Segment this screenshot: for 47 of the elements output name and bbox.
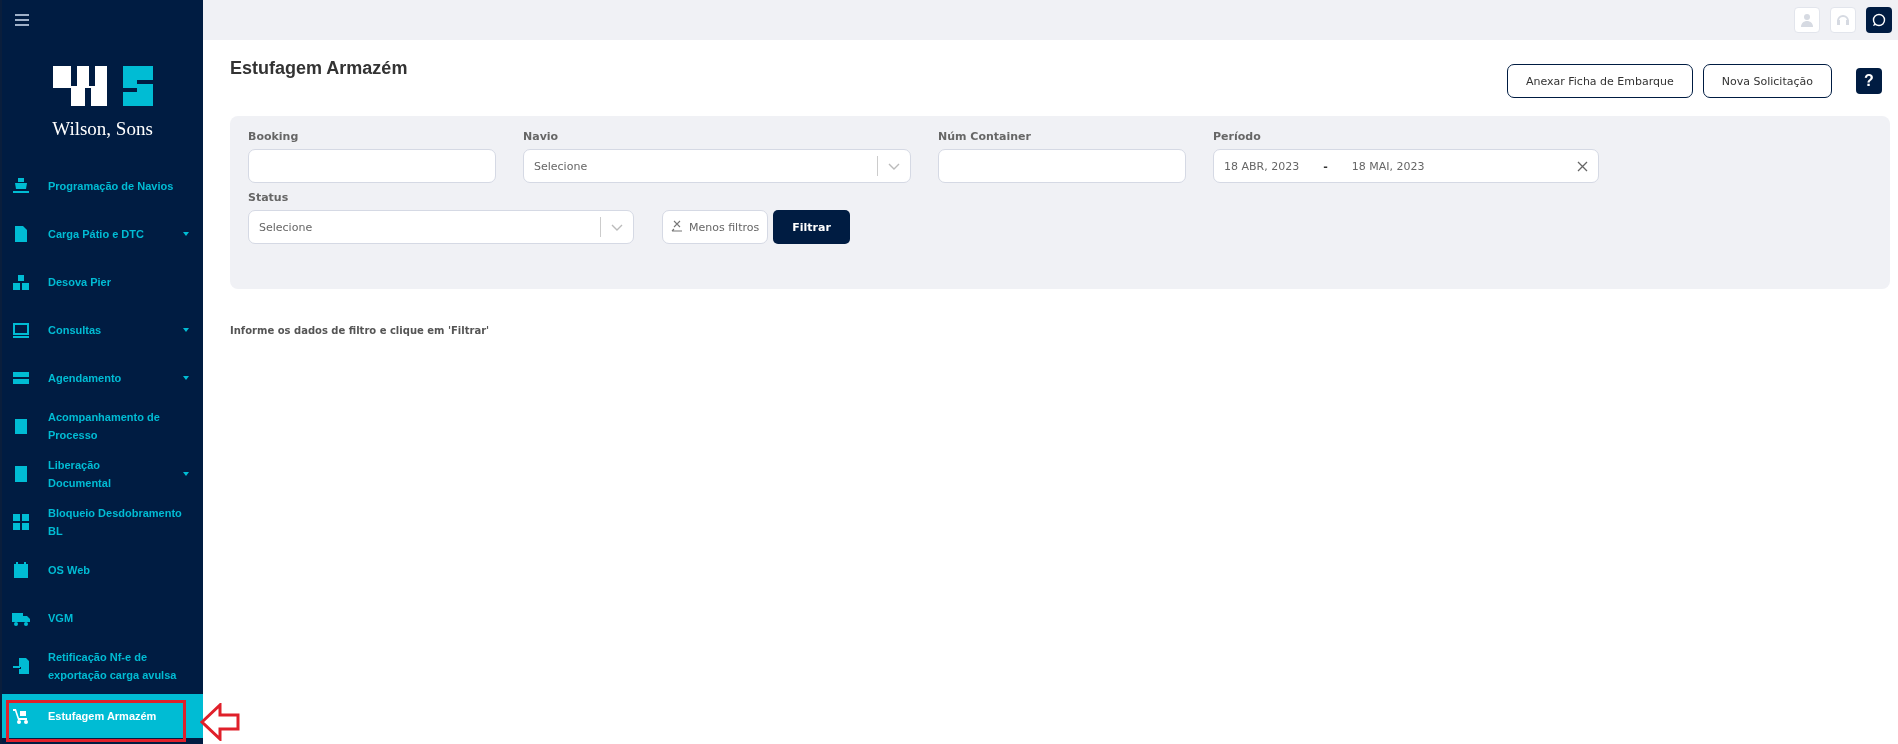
sidebar-item[interactable]: Consultas [2, 306, 203, 354]
headset-icon[interactable] [1830, 7, 1856, 33]
cart-icon [12, 707, 30, 725]
import-icon [12, 657, 30, 675]
filter-button[interactable]: Filtrar [773, 210, 850, 244]
help-button[interactable]: ? [1856, 68, 1882, 94]
ship-select[interactable]: Selecione [523, 149, 911, 183]
sidebar-item[interactable]: Desova Pier [2, 258, 203, 306]
card-icon [12, 369, 30, 387]
monitor-icon [12, 321, 30, 339]
arrow-drawing [200, 703, 240, 741]
date-range-field[interactable]: 18 ABR, 2023 - 18 MAI, 2023 [1213, 149, 1599, 183]
status-select[interactable]: Selecione [248, 210, 634, 244]
boxes-icon [12, 273, 30, 291]
action-button[interactable]: Anexar Ficha de Embarque [1506, 64, 1693, 98]
chevron-down-icon [611, 223, 623, 231]
clear-filters-icon [671, 220, 683, 234]
field-label: Navio [523, 130, 560, 144]
user-icon[interactable] [1794, 7, 1820, 33]
sidebar-item[interactable]: Agendamento [2, 354, 203, 402]
page-title: Estufagem Armazém [230, 58, 408, 79]
sidebar-item[interactable]: Liberação Documental [2, 450, 203, 498]
field-label: Booking [248, 130, 300, 144]
less-filters-button[interactable]: Menos filtros [662, 210, 769, 244]
sidebar-item[interactable]: Retificação Nf-e de exportação carga avulsa [2, 642, 203, 690]
calendar-icon [12, 561, 30, 579]
field-label: Status [248, 191, 290, 205]
menu-icon[interactable] [15, 14, 29, 26]
info-message: Informe os dados de filtro e clique em 'Filtrar' [230, 325, 491, 336]
sidebar-item[interactable]: Programação de Navios [2, 162, 203, 210]
logo-icon [52, 64, 153, 108]
ship-icon [12, 177, 30, 195]
sidebar-item[interactable]: VGM [2, 594, 203, 642]
action-button[interactable]: Nova Solicitação [1702, 64, 1832, 98]
grid-icon [12, 513, 30, 531]
container-field[interactable] [938, 149, 1186, 183]
sidebar-item[interactable]: Acompanhamento de Processo [2, 402, 203, 450]
sidebar-item[interactable]: OS Web [2, 546, 203, 594]
logo-text: Wilson, Sons [52, 118, 153, 140]
chevron-down-icon [888, 162, 900, 170]
field-label: Núm Container [938, 130, 1032, 144]
booking-field[interactable] [248, 149, 496, 183]
document-icon [12, 225, 30, 243]
sidebar-item[interactable]: Bloqueio Desdobramento BL [2, 498, 203, 546]
close-icon[interactable] [1577, 160, 1588, 172]
field-label: Período [1213, 130, 1262, 144]
sidebar-item[interactable]: Carga Pátio e DTC [2, 210, 203, 258]
